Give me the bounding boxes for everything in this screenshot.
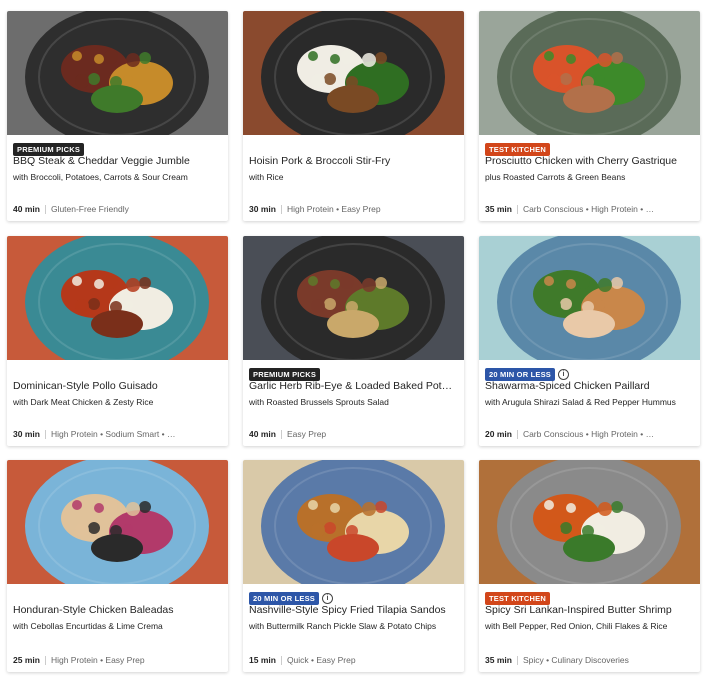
recipe-subtitle: plus Roasted Carrots & Green Beans: [485, 172, 626, 182]
badge-row: PREMIUM PICKS: [13, 141, 222, 157]
meta-divider: [516, 656, 518, 666]
recipe-card[interactable]: PREMIUM PICKS Garlic Herb Rib-Eye & Loade…: [243, 236, 464, 446]
recipe-subtitle: with Arugula Shirazi Salad & Red Pepper …: [485, 397, 676, 407]
info-icon[interactable]: i: [321, 593, 333, 605]
cook-time: 25 min: [13, 655, 40, 665]
recipe-image[interactable]: [243, 11, 464, 135]
badge-row: [13, 590, 222, 602]
recipe-subtitle: with Buttermilk Ranch Pickle Slaw & Pota…: [249, 621, 437, 631]
cook-time: 20 min: [485, 429, 512, 439]
cook-time: 35 min: [485, 655, 512, 665]
recipe-image[interactable]: [7, 11, 228, 135]
recipe-subtitle: with Dark Meat Chicken & Zesty Rice: [13, 397, 154, 407]
recipe-title[interactable]: Prosciutto Chicken with Cherry Gastrique: [485, 155, 694, 168]
badge-row: 20 MIN OR LESS i: [485, 366, 694, 382]
meta-divider: [516, 430, 518, 440]
recipe-tags: Carb Conscious • High Protein • …: [522, 204, 655, 214]
recipe-title[interactable]: BBQ Steak & Cheddar Veggie Jumble: [13, 155, 222, 168]
recipe-subtitle: with Rice: [249, 172, 284, 182]
recipe-title[interactable]: Honduran-Style Chicken Baleadas: [13, 604, 222, 617]
info-icon[interactable]: i: [557, 369, 569, 381]
recipe-meta: 15 min Quick • Easy Prep: [249, 655, 458, 666]
recipe-tags: Spicy • Culinary Discoveries: [522, 655, 629, 665]
recipe-image[interactable]: [479, 236, 700, 360]
recipe-subtitle: with Cebollas Encurtidas & Lime Crema: [13, 621, 163, 631]
badge-row: [249, 141, 458, 153]
recipe-tags: High Protein • Easy Prep: [50, 655, 145, 665]
recipe-card[interactable]: Honduran-Style Chicken Baleadas with Cebo…: [7, 460, 228, 672]
recipe-title[interactable]: Dominican-Style Pollo Guisado: [13, 380, 222, 393]
recipe-tags: Carb Conscious • High Protein • …: [522, 429, 655, 439]
recipe-image[interactable]: [479, 460, 700, 584]
recipe-tags: Quick • Easy Prep: [286, 655, 356, 665]
recipe-title[interactable]: Shawarma-Spiced Chicken Paillard: [485, 380, 694, 393]
recipe-meta: 30 min High Protein • Easy Prep: [249, 204, 458, 215]
badge-row: [13, 366, 222, 378]
recipe-subtitle: with Bell Pepper, Red Onion, Chili Flake…: [485, 621, 668, 631]
cook-time: 40 min: [249, 429, 276, 439]
badge-row: TEST KITCHEN: [485, 141, 694, 157]
recipe-tags: Gluten-Free Friendly: [50, 204, 129, 214]
recipe-meta: 35 min Spicy • Culinary Discoveries: [485, 655, 694, 666]
recipe-meta: 20 min Carb Conscious • High Protein • …: [485, 429, 694, 440]
recipe-tags: High Protein • Easy Prep: [286, 204, 381, 214]
meta-divider: [280, 656, 282, 666]
recipe-title[interactable]: Garlic Herb Rib-Eye & Loaded Baked Pot…: [249, 380, 458, 393]
cook-time: 30 min: [13, 429, 40, 439]
recipe-title[interactable]: Nashville-Style Spicy Fried Tilapia Sand…: [249, 604, 458, 617]
badge-row: 20 MIN OR LESS i: [249, 590, 458, 606]
recipe-card[interactable]: TEST KITCHEN Spicy Sri Lankan-Inspired Bu…: [479, 460, 700, 672]
recipe-card[interactable]: Dominican-Style Pollo Guisado with Dark M…: [7, 236, 228, 446]
badge-row: PREMIUM PICKS: [249, 366, 458, 382]
meta-divider: [516, 205, 518, 215]
recipe-tags: High Protein • Sodium Smart • …: [50, 429, 176, 439]
recipe-meta: 35 min Carb Conscious • High Protein • …: [485, 204, 694, 215]
meta-divider: [44, 205, 46, 215]
recipe-grid: PREMIUM PICKS BBQ Steak & Cheddar Veggie …: [0, 0, 706, 677]
recipe-subtitle: with Broccoli, Potatoes, Carrots & Sour …: [13, 172, 188, 182]
recipe-meta: 25 min High Protein • Easy Prep: [13, 655, 222, 666]
recipe-card[interactable]: 20 MIN OR LESS i Nashville-Style Spicy Fri…: [243, 460, 464, 672]
meta-divider: [280, 205, 282, 215]
recipe-title[interactable]: Spicy Sri Lankan-Inspired Butter Shrimp: [485, 604, 694, 617]
badge-row: TEST KITCHEN: [485, 590, 694, 606]
meta-divider: [44, 656, 46, 666]
recipe-subtitle: with Roasted Brussels Sprouts Salad: [249, 397, 389, 407]
recipe-image[interactable]: [7, 460, 228, 584]
recipe-card[interactable]: PREMIUM PICKS BBQ Steak & Cheddar Veggie …: [7, 11, 228, 221]
cook-time: 35 min: [485, 204, 512, 214]
meta-divider: [280, 430, 282, 440]
recipe-card[interactable]: Hoisin Pork & Broccoli Stir-Fry with Rice…: [243, 11, 464, 221]
cook-time: 15 min: [249, 655, 276, 665]
recipe-meta: 40 min Gluten-Free Friendly: [13, 204, 222, 215]
recipe-meta: 30 min High Protein • Sodium Smart • …: [13, 429, 222, 440]
recipe-card[interactable]: 20 MIN OR LESS i Shawarma-Spiced Chicken P…: [479, 236, 700, 446]
recipe-card[interactable]: TEST KITCHEN Prosciutto Chicken with Cher…: [479, 11, 700, 221]
recipe-image[interactable]: [243, 460, 464, 584]
recipe-title[interactable]: Hoisin Pork & Broccoli Stir-Fry: [249, 155, 458, 168]
recipe-meta: 40 min Easy Prep: [249, 429, 458, 440]
cook-time: 30 min: [249, 204, 276, 214]
recipe-tags: Easy Prep: [286, 429, 327, 439]
recipe-image[interactable]: [7, 236, 228, 360]
meta-divider: [44, 430, 46, 440]
cook-time: 40 min: [13, 204, 40, 214]
recipe-image[interactable]: [243, 236, 464, 360]
recipe-image[interactable]: [479, 11, 700, 135]
